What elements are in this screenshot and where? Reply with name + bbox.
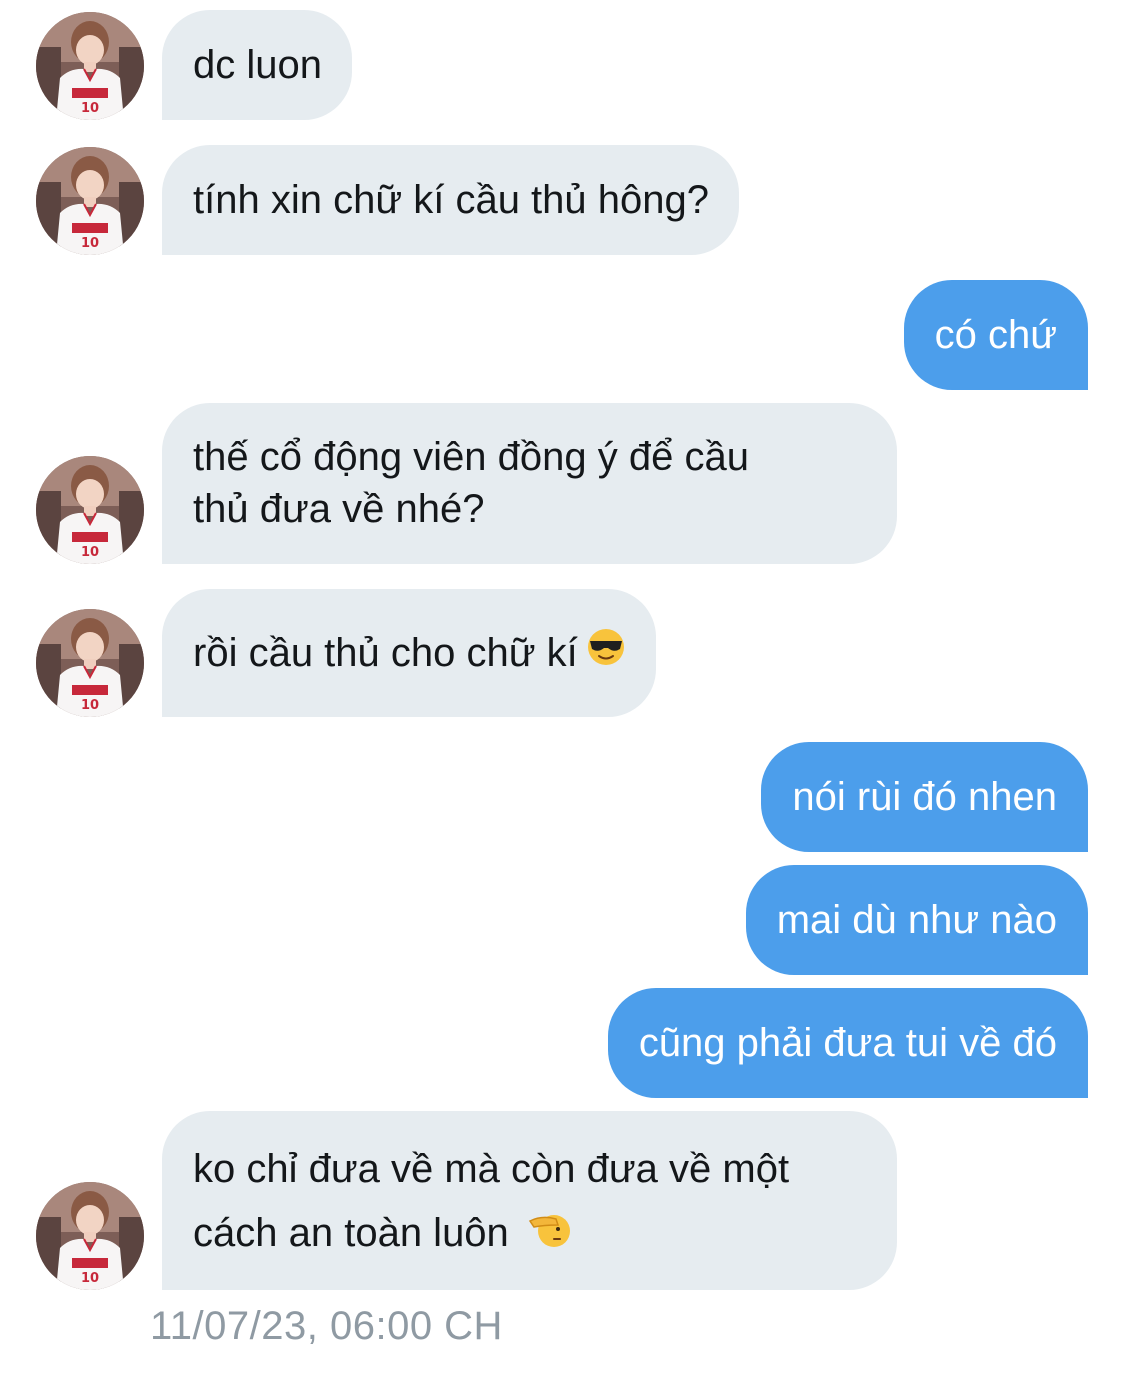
message-bubble-outgoing[interactable]: nói rùi đó nhen — [761, 742, 1088, 852]
conversation-view[interactable]: dc luon tính xin chữ kí cầu thủ hông? có… — [0, 0, 1125, 1380]
message-text-line: cách an toàn luôn — [193, 1211, 509, 1255]
basketball-player-avatar-icon — [36, 456, 144, 564]
message-bubble-incoming[interactable]: dc luon — [162, 10, 352, 120]
message-bubble-incoming[interactable]: thế cổ động viên đồng ý để cầu thủ đưa v… — [162, 403, 897, 564]
avatar[interactable] — [36, 609, 144, 717]
message-text: rồi cầu thủ cho chữ kí — [193, 631, 578, 675]
message-text: dc luon — [193, 43, 322, 87]
basketball-player-avatar-icon — [36, 609, 144, 717]
message-text: cũng phải đưa tui về đó — [638, 1021, 1057, 1065]
message-bubble-outgoing[interactable]: có chứ — [903, 280, 1088, 390]
message-text-line: thủ đưa về nhé? — [193, 487, 485, 531]
avatar[interactable] — [36, 12, 144, 120]
message-bubble-incoming[interactable]: rồi cầu thủ cho chữ kí — [162, 589, 656, 717]
avatar[interactable] — [36, 147, 144, 255]
message-text-line: thế cổ động viên đồng ý để cầu — [193, 435, 749, 479]
message-text: có chứ — [934, 313, 1057, 357]
avatar[interactable] — [36, 456, 144, 564]
message-timestamp: 11/07/23, 06:00 CH — [150, 1304, 503, 1348]
message-bubble-outgoing[interactable]: mai dù như nào — [745, 865, 1088, 975]
message-text: nói rùi đó nhen — [792, 775, 1057, 819]
message-bubble-outgoing[interactable]: cũng phải đưa tui về đó — [607, 988, 1088, 1098]
message-bubble-incoming[interactable]: ko chỉ đưa về mà còn đưa về một cách an … — [162, 1111, 897, 1290]
saluting-face-icon — [528, 1209, 572, 1262]
basketball-player-avatar-icon — [36, 147, 144, 255]
basketball-player-avatar-icon — [36, 12, 144, 120]
basketball-player-avatar-icon — [36, 1182, 144, 1290]
avatar[interactable] — [36, 1182, 144, 1290]
message-text: mai dù như nào — [776, 898, 1057, 942]
smiling-face-with-sunglasses-icon — [586, 627, 626, 680]
message-bubble-incoming[interactable]: tính xin chữ kí cầu thủ hông? — [162, 145, 739, 255]
message-text: tính xin chữ kí cầu thủ hông? — [193, 178, 709, 222]
message-text-line: ko chỉ đưa về mà còn đưa về một — [193, 1147, 790, 1191]
